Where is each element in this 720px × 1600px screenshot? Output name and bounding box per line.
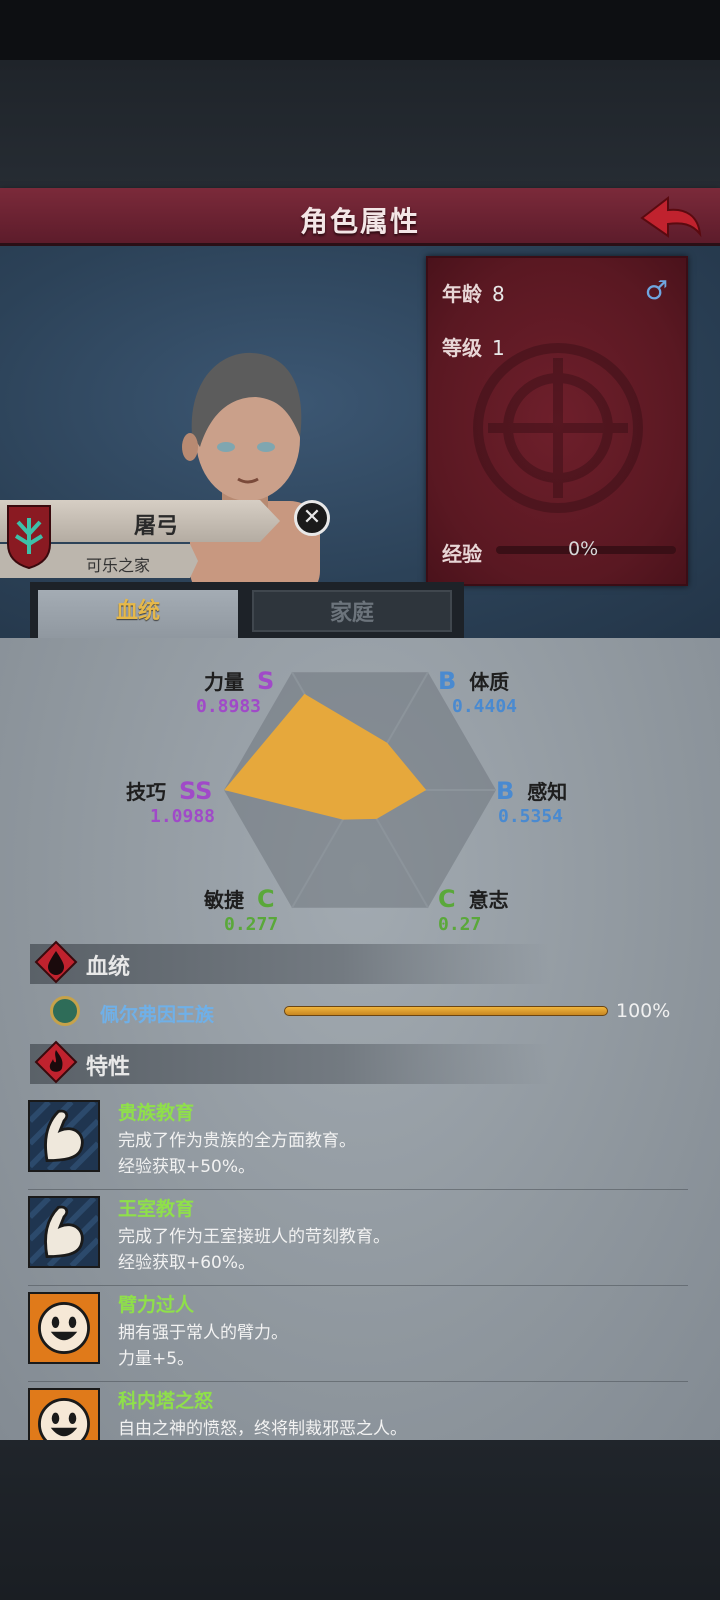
trait-title: 臂力过人 xyxy=(118,1294,195,1316)
attr-grade: C xyxy=(438,885,456,913)
attr-skill-value: 1.0988 xyxy=(150,806,216,827)
trait-title: 王室教育 xyxy=(118,1198,195,1220)
tab-lineage[interactable]: 血统 xyxy=(38,590,238,640)
attribute-radar-chart xyxy=(224,671,496,909)
lineage-tab-content: 力量 S 0.8983 B 体质 0.4404 B 感知 0.5354 C 意志… xyxy=(0,638,720,1460)
age-value: 8 xyxy=(492,282,505,306)
attr-name: 技巧 xyxy=(126,780,166,804)
trait-description: 完成了作为王室接班人的苛刻教育。 xyxy=(118,1227,390,1247)
header-bar: 角色属性 xyxy=(0,188,720,246)
family-name: 可乐之家 xyxy=(86,556,151,575)
trait-item[interactable]: 贵族教育 完成了作为贵族的全方面教育。 经验获取+50%。 xyxy=(28,1094,688,1190)
attr-name: 意志 xyxy=(468,888,509,912)
attr-constitution-value: 0.4404 xyxy=(452,696,518,717)
age-row: 年龄 8 xyxy=(442,278,505,307)
muscle-arm-icon xyxy=(28,1100,100,1172)
character-hero-area: 年龄 8 ♂ 等级 1 经验 0% 屠弓 可乐之家 ✕ xyxy=(0,246,720,638)
age-label: 年龄 xyxy=(442,282,482,306)
house-crest-icon[interactable] xyxy=(6,504,52,570)
attr-perception: B 感知 xyxy=(496,776,567,805)
exp-value: 0% xyxy=(568,538,599,560)
attr-grade: S xyxy=(256,667,275,695)
attr-skill: 技巧 SS xyxy=(126,776,212,805)
lineage-section-title: 血统 xyxy=(86,955,131,980)
flame-icon xyxy=(34,1040,78,1084)
attr-strength-value: 0.8983 xyxy=(196,696,262,717)
trait-effect: 力量+5。 xyxy=(118,1349,195,1369)
attr-perception-value: 0.5354 xyxy=(498,806,564,827)
celtic-knot-icon xyxy=(473,343,643,513)
page-title: 角色属性 xyxy=(299,205,420,238)
trait-title: 科内塔之怒 xyxy=(118,1390,214,1412)
attr-name: 敏捷 xyxy=(204,888,244,912)
trait-title: 贵族教育 xyxy=(118,1102,195,1124)
level-label: 等级 xyxy=(442,336,482,360)
close-icon[interactable]: ✕ xyxy=(294,500,330,536)
male-icon: ♂ xyxy=(644,276,668,306)
level-row: 等级 1 xyxy=(442,332,505,361)
lineage-entry[interactable]: 佩尔弗因王族 100% xyxy=(48,994,698,1030)
traits-section-title: 特性 xyxy=(86,1055,131,1080)
exp-label: 经验 xyxy=(442,542,482,566)
attr-name: 感知 xyxy=(527,780,568,804)
royal-lineage-icon xyxy=(50,996,80,1026)
trait-item[interactable]: 王室教育 完成了作为王室接班人的苛刻教育。 经验获取+60%。 xyxy=(28,1190,688,1286)
level-value: 1 xyxy=(492,336,505,360)
smiling-face-icon xyxy=(28,1292,100,1364)
trait-effect: 经验获取+60%。 xyxy=(118,1253,256,1273)
trait-effect: 经验获取+50%。 xyxy=(118,1157,256,1177)
attr-will-value: 0.27 xyxy=(438,914,482,935)
lineage-percent-bar xyxy=(284,1006,608,1016)
trait-description: 完成了作为贵族的全方面教育。 xyxy=(118,1131,356,1151)
trait-description: 拥有强于常人的臂力。 xyxy=(118,1323,288,1343)
status-bar xyxy=(0,0,720,60)
attr-agility: 敏捷 C xyxy=(204,884,275,913)
muscle-arm-icon xyxy=(28,1196,100,1268)
bottom-background xyxy=(0,1440,720,1600)
lineage-name: 佩尔弗因王族 xyxy=(100,1004,215,1026)
traits-section-header: 特性 xyxy=(30,1040,550,1084)
attr-agility-value: 0.277 xyxy=(224,914,279,935)
attr-constitution: B 体质 xyxy=(438,666,509,695)
lineage-percent: 100% xyxy=(616,1000,671,1022)
top-background xyxy=(0,60,720,190)
character-name: 屠弓 xyxy=(134,514,179,539)
character-info-panel: 年龄 8 ♂ 等级 1 经验 0% xyxy=(426,256,688,586)
trait-description: 自由之神的愤怒，终将制裁邪恶之人。 xyxy=(118,1419,407,1439)
attr-name: 力量 xyxy=(204,670,244,694)
attr-grade: SS xyxy=(178,777,213,805)
attr-grade: B xyxy=(438,667,457,695)
attr-name: 体质 xyxy=(469,670,510,694)
blood-drop-icon xyxy=(34,940,78,984)
trait-item[interactable]: 臂力过人 拥有强于常人的臂力。 力量+5。 xyxy=(28,1286,688,1382)
attr-will: C 意志 xyxy=(438,884,509,913)
back-arrow-icon[interactable] xyxy=(638,194,704,240)
lineage-section-header: 血统 xyxy=(30,940,550,984)
attr-grade: B xyxy=(496,777,515,805)
attr-strength: 力量 S xyxy=(204,666,274,695)
attr-grade: C xyxy=(256,885,275,913)
tab-family[interactable]: 家庭 xyxy=(252,590,452,632)
